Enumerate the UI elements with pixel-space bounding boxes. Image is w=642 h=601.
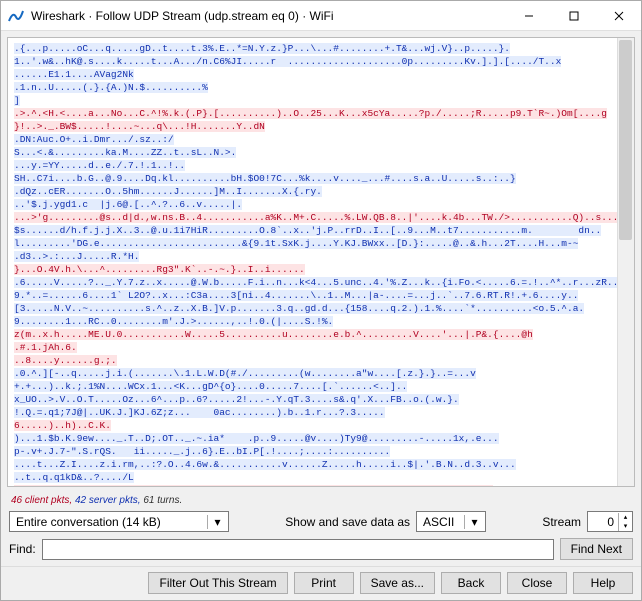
client-line: ..8....y......g.;.	[14, 355, 117, 366]
server-line: 9.*..=......6....1` L2O?..x...:C3a....3[…	[14, 290, 578, 301]
encoding-select[interactable]: ASCII ▾	[416, 511, 486, 532]
stream-spinbox[interactable]: 0 ▴▾	[587, 511, 633, 532]
server-line: ..t..q.q1kD&..?..../L	[14, 472, 134, 483]
client-line: 6.....)..h)..C.K.	[14, 420, 111, 431]
filter-out-button[interactable]: Filter Out This Stream	[148, 572, 287, 594]
stream-text: .{...p.....oC...q.....gD..t....t.3%.E..*…	[8, 38, 634, 487]
dialog-buttons: Filter Out This Stream Print Save as... …	[1, 566, 641, 600]
wireshark-icon	[1, 8, 31, 24]
server-line: !.Q.=.q1;7J@|..UK.J.]KJ.6Z;z... 0ac.....…	[14, 407, 385, 418]
server-line: .1.n..U.....(.}.{A.)N.$..........%	[14, 82, 208, 93]
server-pkt-count: 42 server pkts,	[75, 495, 141, 506]
client-line: z(m..x.h.....ME.U.0...........W.....5...…	[14, 329, 533, 340]
client-line: .>.^.<H.<....a...No...C.^!%.k.(.P}.[....…	[14, 108, 607, 119]
options-row: Entire conversation (14 kB) ▾ Show and s…	[1, 508, 641, 535]
server-line: l.........'DG.e.........................…	[14, 238, 578, 249]
server-line: $s......d/h.f.j.j.X..3..@.u.1i7HiR......…	[14, 225, 601, 236]
encoding-select-value: ASCII	[423, 515, 454, 529]
status-line: 46 client pkts, 42 server pkts, 61 turns…	[1, 493, 641, 508]
client-pkt-count: 46 client pkts,	[11, 495, 72, 506]
titlebar: Wireshark · Follow UDP Stream (udp.strea…	[1, 1, 641, 31]
scrollbar-thumb[interactable]	[619, 40, 632, 240]
client-line: }...O.4V.h.\...^.........Rg3".K`..-.~.}.…	[14, 264, 305, 275]
server-line: ......E1.1....AVag2Nk	[14, 69, 134, 80]
vertical-scrollbar[interactable]	[617, 38, 634, 486]
server-line: SH..C7i....b.G..@.9....Dq.kl..........bH…	[14, 173, 516, 184]
server-line: +.+...)..k.;.1%N....WCx.1...<K...gD^{o}.…	[14, 381, 407, 392]
client-line: .........`.J.9.8....E5.|...KR.*.z..(r...…	[14, 485, 493, 487]
server-line: 1..'.w&..hK@.s....k.....t...A.../n.C6%JI…	[14, 56, 561, 67]
server-line: x_UO..>.V..O.T.....Oz...6^...p..6?.....2…	[14, 394, 459, 405]
window-controls	[506, 1, 641, 31]
back-button[interactable]: Back	[441, 572, 501, 594]
save-as-button[interactable]: Save as...	[360, 572, 435, 594]
minimize-button[interactable]	[506, 1, 551, 31]
server-line: .0.^.][-..q.....j.i.(.......\.1.L.W.D(#.…	[14, 368, 476, 379]
stream-value: 0	[588, 515, 618, 529]
server-line: .{...p.....oC...q.....gD..t....t.3%.E..*…	[14, 43, 510, 54]
server-line: )...1.$b.K.9ew...._.T..D;.OT.._.~.ia* .p…	[14, 433, 499, 444]
server-line: ....t...Z.I....z.i.rm,..:?.O..4.6w.&....…	[14, 459, 516, 470]
server-line: ]	[14, 95, 20, 106]
find-input[interactable]	[42, 539, 554, 560]
conversation-select[interactable]: Entire conversation (14 kB) ▾	[9, 511, 229, 532]
window-title: Wireshark · Follow UDP Stream (udp.strea…	[31, 9, 506, 23]
find-label: Find:	[9, 542, 36, 556]
help-button[interactable]: Help	[573, 572, 633, 594]
server-line: S...<.&.........ka.M....ZZ..t..sL..N.>.	[14, 147, 236, 158]
server-line: 9........1...RC..0........m'.J.>......,.…	[14, 316, 333, 327]
close-dialog-button[interactable]: Close	[507, 572, 567, 594]
client-line: .#.1.jAh.6.	[14, 342, 77, 353]
server-line: .DN:Auc.O+..i.Dmr.../.sz..:/	[14, 134, 174, 145]
dialog-window: Wireshark · Follow UDP Stream (udp.strea…	[0, 0, 642, 601]
spin-arrows[interactable]: ▴▾	[618, 513, 632, 531]
close-button[interactable]	[596, 1, 641, 31]
find-row: Find: Find Next	[1, 535, 641, 566]
server-line: p-.v+.J.7-".S.rQS. ii....._.j..6}.E..bI.…	[14, 446, 390, 457]
stream-label: Stream	[542, 515, 581, 529]
show-save-label: Show and save data as	[285, 515, 410, 529]
stream-content[interactable]: .{...p.....oC...q.....gD..t....t.3%.E..*…	[7, 37, 635, 487]
client-line: ...>'g.........@s..d|d.,w.ns.B..4.......…	[14, 212, 635, 223]
server-line: .dQz..cER.......O..5hm......J......]M..I…	[14, 186, 322, 197]
maximize-button[interactable]	[551, 1, 596, 31]
chevron-down-icon: ▾	[207, 515, 224, 529]
server-line: .6.....V.....?.._.Y.7.z..x.....@.W.b....…	[14, 277, 618, 288]
server-line: .d3..>.:...J.....R.*H.	[14, 251, 139, 262]
server-line: ..'$.j.ygd1.c |j.6@.[..^.?..6..v.....|.	[14, 199, 242, 210]
server-line: [3.....N.V..~..........s.^..z..X.B.]V.p.…	[14, 303, 584, 314]
client-line: }!..>._.BW$.....!....~...q\...!H.......Y…	[14, 121, 265, 132]
chevron-down-icon: ▾	[464, 515, 481, 529]
conversation-select-value: Entire conversation (14 kB)	[16, 515, 161, 529]
turn-count: 61 turns.	[143, 495, 182, 506]
print-button[interactable]: Print	[294, 572, 354, 594]
server-line: ...y.=YY.....d..e./.7.!.1..!..	[14, 160, 185, 171]
find-next-button[interactable]: Find Next	[560, 538, 633, 560]
